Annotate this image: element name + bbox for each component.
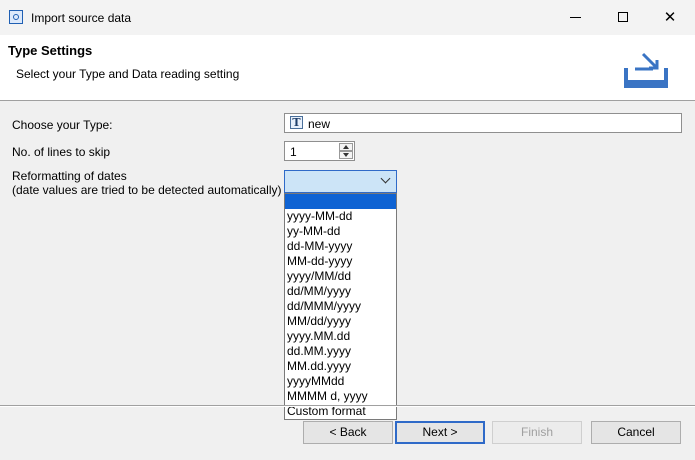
dropdown-option[interactable]: yyyy/MM/dd: [285, 269, 396, 284]
close-button[interactable]: ✕: [658, 6, 682, 30]
dropdown-option[interactable]: MM-dd-yyyy: [285, 254, 396, 269]
date-format-dropdown: yyyy-MM-dd yy-MM-dd dd-MM-yyyy MM-dd-yyy…: [284, 193, 397, 420]
spin-down-icon[interactable]: [339, 151, 353, 159]
close-icon: ✕: [663, 9, 677, 26]
dates-label: Reformatting of dates: [12, 169, 127, 183]
dropdown-option[interactable]: dd/MMM/yyyy: [285, 299, 396, 314]
dropdown-option[interactable]: MM/dd/yyyy: [285, 314, 396, 329]
spin-up-icon[interactable]: [339, 143, 353, 151]
page-title: Type Settings: [8, 43, 93, 58]
dropdown-option[interactable]: dd.MM.yyyy: [285, 344, 396, 359]
dropdown-option[interactable]: dd/MM/yyyy: [285, 284, 396, 299]
minimize-button[interactable]: [564, 6, 588, 30]
import-tray-icon: [624, 52, 668, 88]
title-bar: Import source data ✕: [0, 0, 695, 36]
skip-lines-label: No. of lines to skip: [12, 145, 111, 159]
skip-lines-value: 1: [290, 145, 297, 159]
minimize-icon: [570, 17, 581, 18]
cancel-button[interactable]: Cancel: [591, 421, 681, 444]
dropdown-option[interactable]: yyyy.MM.dd: [285, 329, 396, 344]
date-format-combo[interactable]: [284, 170, 397, 193]
dropdown-option[interactable]: yy-MM-dd: [285, 224, 396, 239]
maximize-button[interactable]: [612, 6, 636, 30]
dropdown-option[interactable]: MMMM d, yyyy: [285, 389, 396, 404]
dropdown-option[interactable]: yyyy-MM-dd: [285, 209, 396, 224]
back-button[interactable]: < Back: [303, 421, 393, 444]
page-subtitle: Select your Type and Data reading settin…: [16, 67, 240, 81]
footer-separator: [0, 405, 695, 407]
dropdown-selected-empty-option[interactable]: [285, 194, 396, 209]
dropdown-option[interactable]: yyyyMMdd: [285, 374, 396, 389]
maximize-icon: [618, 12, 628, 22]
skip-lines-spinner[interactable]: 1: [284, 141, 355, 161]
text-type-icon: T: [290, 116, 303, 129]
type-label: Choose your Type:: [12, 118, 113, 132]
dropdown-option[interactable]: dd-MM-yyyy: [285, 239, 396, 254]
type-value: new: [308, 117, 331, 131]
wizard-header: Type Settings Select your Type and Data …: [0, 35, 695, 101]
dropdown-option[interactable]: MM.dd.yyyy: [285, 359, 396, 374]
next-button[interactable]: Next >: [395, 421, 485, 444]
chevron-down-icon[interactable]: [380, 173, 391, 184]
type-field[interactable]: T new: [284, 113, 682, 133]
finish-button[interactable]: Finish: [492, 421, 582, 444]
window-title: Import source data: [31, 11, 132, 25]
dates-hint: (date values are tried to be detected au…: [12, 183, 282, 197]
app-icon: [9, 10, 23, 24]
